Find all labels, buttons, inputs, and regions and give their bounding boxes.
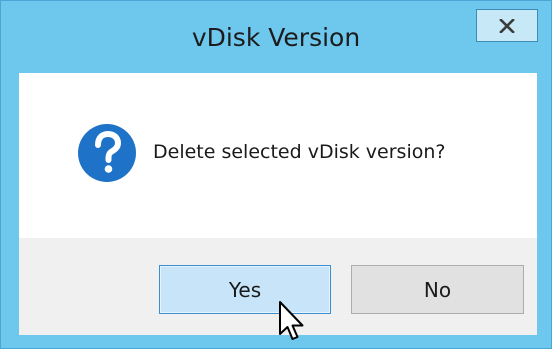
close-button[interactable] (476, 9, 538, 42)
window-title: vDisk Version (191, 23, 361, 52)
title-bar[interactable]: vDisk Version (1, 1, 551, 81)
dialog-window: vDisk Version Delete selected vDisk vers… (0, 0, 552, 349)
close-icon (499, 18, 515, 33)
no-button[interactable]: No (351, 265, 524, 314)
button-bar: Yes No (19, 238, 537, 335)
question-icon (78, 124, 136, 182)
dialog-content: Delete selected vDisk version? (19, 73, 537, 238)
yes-button[interactable]: Yes (159, 265, 331, 314)
dialog-message: Delete selected vDisk version? (153, 141, 446, 163)
